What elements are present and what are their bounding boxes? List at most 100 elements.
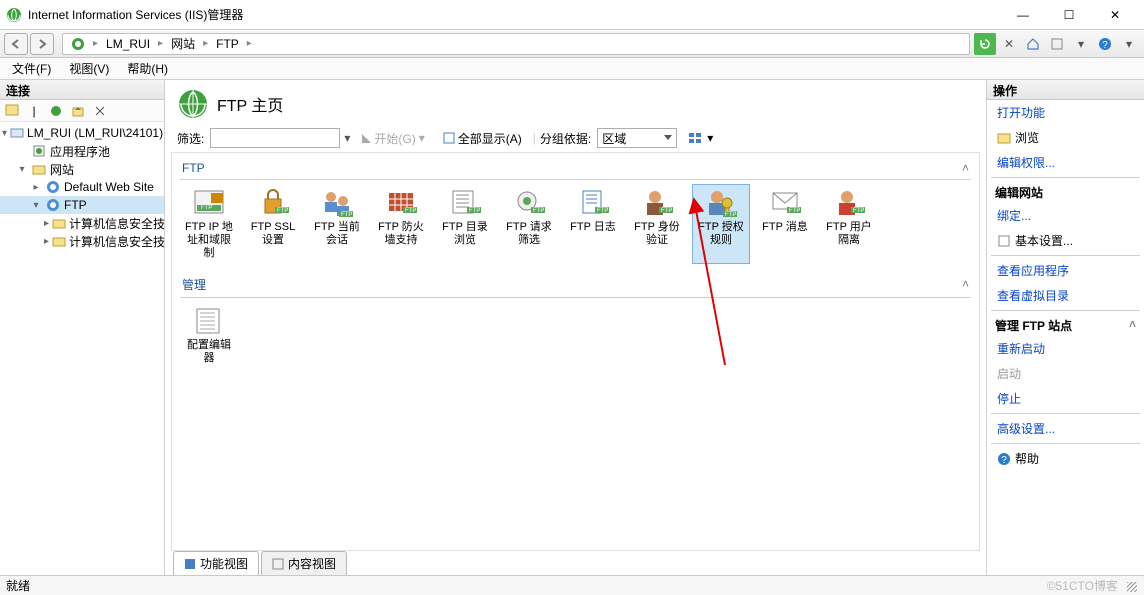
feature-ftp-authz[interactable]: FTPFTP 授权规则 [692, 184, 750, 264]
tree-node-label: 网站 [50, 161, 74, 178]
show-all-button[interactable]: 全部显示(A) [436, 128, 529, 148]
tree-node-sites[interactable]: ▾ 网站 [0, 160, 164, 178]
delete-connection-icon[interactable] [92, 103, 108, 119]
help-icon: ? [997, 452, 1011, 466]
feature-ftp-isolation[interactable]: FTPFTP 用户隔离 [820, 184, 878, 264]
action-group-ftp: 管理 FTP 站点 ˄ [987, 313, 1144, 336]
tree-node-default-site[interactable]: ▸ Default Web Site [0, 178, 164, 196]
tree-node-sub1[interactable]: ▸ 计算机信息安全技 [0, 214, 164, 232]
go-button[interactable]: 开始(G) ▾ [354, 128, 431, 148]
filter-label: 筛选: [177, 130, 204, 147]
view-tabs: 功能视图 内容视图 [165, 551, 986, 575]
group-by-combo[interactable]: 区域 [597, 128, 677, 148]
save-connections-icon[interactable] [4, 103, 20, 119]
collapse-icon[interactable]: ▾ [2, 128, 7, 139]
menu-view[interactable]: 视图(V) [61, 58, 117, 79]
explore-icon [997, 131, 1011, 145]
help-icon[interactable]: ? [1094, 33, 1116, 55]
expand-icon[interactable]: ▸ [44, 218, 49, 229]
nav-back-button[interactable] [4, 33, 28, 55]
svg-text:FTP: FTP [469, 208, 480, 214]
action-separator [991, 413, 1140, 414]
menubar: 文件(F) 视图(V) 帮助(H) [0, 58, 1144, 80]
action-edit-permissions[interactable]: 编辑权限... [987, 150, 1144, 175]
group-header-mgmt[interactable]: 管理˄ [180, 272, 971, 298]
feature-ftp-browse[interactable]: FTPFTP 目录浏览 [436, 184, 494, 264]
chevron-right-icon: ▸ [247, 38, 252, 49]
resize-grip-icon[interactable] [1124, 579, 1138, 593]
maximize-button[interactable]: ☐ [1046, 0, 1092, 30]
action-help[interactable]: ?帮助 [987, 446, 1144, 471]
feature-ftp-session[interactable]: FTPFTP 当前会话 [308, 184, 366, 264]
features-area[interactable]: FTP˄ FTPFTP IP 地址和域限制 FTPFTP SSL 设置 FTPF… [171, 152, 980, 551]
window-title: Internet Information Services (IIS)管理器 [28, 6, 1000, 23]
filter-dropdown-icon[interactable]: ▾ [344, 131, 350, 145]
breadcrumb-seg-server[interactable]: LM_RUI [102, 37, 154, 51]
action-restart[interactable]: 重新启动 [987, 336, 1144, 361]
tree-node-label: Default Web Site [64, 180, 154, 194]
feature-config-editor[interactable]: 配置编辑器 [180, 302, 238, 368]
feature-ftp-firewall[interactable]: FTPFTP 防火墙支持 [372, 184, 430, 264]
view-mode-button[interactable]: ▾ [681, 128, 720, 148]
action-view-vdirs[interactable]: 查看虚拟目录 [987, 283, 1144, 308]
feature-ftp-msg[interactable]: FTPFTP 消息 [756, 184, 814, 264]
minimize-button[interactable]: — [1000, 0, 1046, 30]
home-icon[interactable] [1022, 33, 1044, 55]
nav-forward-button[interactable] [30, 33, 54, 55]
connections-tree[interactable]: ▾ LM_RUI (LM_RUI\24101) 应用程序池 ▾ 网站 ▸ Def… [0, 122, 164, 575]
help-dropdown-chevron[interactable]: ▾ [1118, 33, 1140, 55]
collapse-icon[interactable]: ▾ [30, 200, 42, 211]
action-bindings[interactable]: 绑定... [987, 203, 1144, 228]
action-start: 启动 [987, 361, 1144, 386]
feature-ftp-log[interactable]: FTPFTP 日志 [564, 184, 622, 264]
filter-input[interactable] [210, 128, 340, 148]
watermark: ©51CTO博客 [30, 577, 1118, 594]
action-group-site: 编辑网站 [987, 180, 1144, 203]
stop-button[interactable]: ✕ [998, 33, 1020, 55]
refresh-button[interactable] [974, 33, 996, 55]
feature-ftp-filter[interactable]: FTPFTP 请求筛选 [500, 184, 558, 264]
action-open-feature[interactable]: 打开功能 [987, 100, 1144, 125]
collapse-icon[interactable]: ▾ [16, 164, 28, 175]
feature-ftp-ip[interactable]: FTPFTP IP 地址和域限制 [180, 184, 238, 264]
tree-node-label: 计算机信息安全技 [69, 233, 164, 250]
breadcrumb[interactable]: ▸ LM_RUI ▸ 网站 ▸ FTP ▸ [62, 33, 970, 55]
menu-file[interactable]: 文件(F) [4, 58, 59, 79]
menu-help[interactable]: 帮助(H) [119, 58, 176, 79]
action-stop[interactable]: 停止 [987, 386, 1144, 411]
chevron-up-icon: ˄ [205, 161, 969, 175]
nav-dropdown-chevron[interactable]: ▾ [1070, 33, 1092, 55]
tree-node-server[interactable]: ▾ LM_RUI (LM_RUI\24101) [0, 124, 164, 142]
feature-ftp-ssl[interactable]: FTPFTP SSL 设置 [244, 184, 302, 264]
group-header-ftp[interactable]: FTP˄ [180, 157, 971, 180]
close-button[interactable]: ✕ [1092, 0, 1138, 30]
connect-server-icon[interactable] [48, 103, 64, 119]
connections-panel: 连接 | ▾ LM_RUI (LM_RUI\24101) 应用程序池 ▾ 网站 [0, 80, 165, 575]
action-basic-settings[interactable]: 基本设置... [987, 228, 1144, 253]
tree-node-app-pools[interactable]: 应用程序池 [0, 142, 164, 160]
expand-icon[interactable]: ▸ [44, 236, 49, 247]
expand-icon[interactable]: ▸ [30, 182, 42, 193]
globe-icon [45, 179, 61, 195]
window-controls: — ☐ ✕ [1000, 0, 1138, 30]
mgmt-features-grid: 配置编辑器 [180, 302, 971, 368]
tree-node-sub2[interactable]: ▸ 计算机信息安全技 [0, 232, 164, 250]
action-explore[interactable]: 浏览 [987, 125, 1144, 150]
chevron-up-icon[interactable]: ˄ [1129, 317, 1136, 331]
breadcrumb-seg-ftp[interactable]: FTP [212, 37, 243, 51]
up-level-icon[interactable] [70, 103, 86, 119]
actions-list: 打开功能 浏览 编辑权限... 编辑网站 绑定... 基本设置... 查看应用程… [987, 100, 1144, 575]
iis-app-icon [6, 7, 22, 23]
action-view-apps[interactable]: 查看应用程序 [987, 258, 1144, 283]
tab-features-view[interactable]: 功能视图 [173, 551, 259, 575]
chevron-up-icon: ˄ [206, 277, 969, 291]
tree-node-ftp[interactable]: ▾ FTP [0, 196, 164, 214]
feature-ftp-auth[interactable]: FTPFTP 身份验证 [628, 184, 686, 264]
action-advanced[interactable]: 高级设置... [987, 416, 1144, 441]
tree-node-label: FTP [64, 198, 87, 212]
breadcrumb-seg-sites[interactable]: 网站 [167, 35, 199, 52]
tab-content-view[interactable]: 内容视图 [261, 551, 347, 575]
toolbar-extra-icon[interactable] [1046, 33, 1068, 55]
actions-panel: 操作 打开功能 浏览 编辑权限... 编辑网站 绑定... 基本设置... 查看… [986, 80, 1144, 575]
settings-icon [997, 234, 1011, 248]
